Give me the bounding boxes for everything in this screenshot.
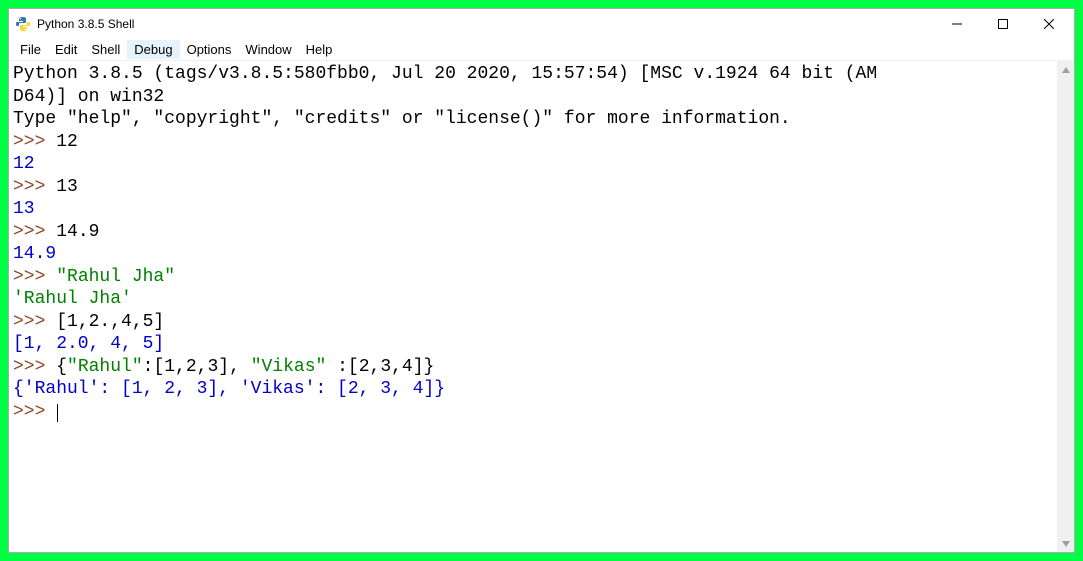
menu-shell[interactable]: Shell <box>84 40 127 59</box>
menu-file[interactable]: File <box>13 40 48 59</box>
input-text: :[2,3,4]} <box>326 357 434 377</box>
menu-window[interactable]: Window <box>238 40 298 59</box>
prompt: >>> <box>13 177 56 197</box>
output-text: 14.9 <box>13 244 56 264</box>
input-text: 12 <box>56 132 78 152</box>
input-text: :[1,2,3], <box>143 357 251 377</box>
input-text: 14.9 <box>56 222 99 242</box>
input-text: "Vikas" <box>251 357 327 377</box>
window-title: Python 3.8.5 Shell <box>37 17 934 31</box>
prompt: >>> <box>13 312 56 332</box>
input-text: 13 <box>56 177 78 197</box>
scroll-down-icon[interactable] <box>1057 535 1074 552</box>
minimize-button[interactable] <box>934 9 980 39</box>
menu-edit[interactable]: Edit <box>48 40 84 59</box>
app-icon <box>15 16 31 32</box>
banner-line: Type "help", "copyright", "credits" or "… <box>13 109 791 129</box>
menu-help[interactable]: Help <box>299 40 340 59</box>
content-area: Python 3.8.5 (tags/v3.8.5:580fbb0, Jul 2… <box>9 61 1074 552</box>
input-text: { <box>56 357 67 377</box>
output-text: {'Rahul': [1, 2, 3], 'Vikas': [2, 3, 4]} <box>13 379 445 399</box>
close-button[interactable] <box>1026 9 1072 39</box>
output-text: 'Rahul Jha' <box>13 289 132 309</box>
banner-line: D64)] on win32 <box>13 87 164 107</box>
prompt: >>> <box>13 402 56 422</box>
titlebar[interactable]: Python 3.8.5 Shell <box>9 9 1074 39</box>
output-text: 13 <box>13 199 35 219</box>
output-text: 12 <box>13 154 35 174</box>
prompt: >>> <box>13 357 56 377</box>
scroll-up-icon[interactable] <box>1057 61 1074 78</box>
prompt: >>> <box>13 132 56 152</box>
prompt: >>> <box>13 267 56 287</box>
menubar: File Edit Shell Debug Options Window Hel… <box>9 39 1074 61</box>
text-cursor <box>57 404 58 422</box>
prompt: >>> <box>13 222 56 242</box>
input-text: "Rahul Jha" <box>56 267 175 287</box>
idle-window: Python 3.8.5 Shell File Edit Shell Debug… <box>8 8 1075 553</box>
banner-line: Python 3.8.5 (tags/v3.8.5:580fbb0, Jul 2… <box>13 64 877 84</box>
shell-text[interactable]: Python 3.8.5 (tags/v3.8.5:580fbb0, Jul 2… <box>9 61 1057 552</box>
window-controls <box>934 9 1072 39</box>
maximize-button[interactable] <box>980 9 1026 39</box>
menu-debug[interactable]: Debug <box>127 40 179 59</box>
input-text: [1,2.,4,5] <box>56 312 164 332</box>
output-text: [1, 2.0, 4, 5] <box>13 334 164 354</box>
vertical-scrollbar[interactable] <box>1057 61 1074 552</box>
input-text: "Rahul" <box>67 357 143 377</box>
menu-options[interactable]: Options <box>180 40 239 59</box>
